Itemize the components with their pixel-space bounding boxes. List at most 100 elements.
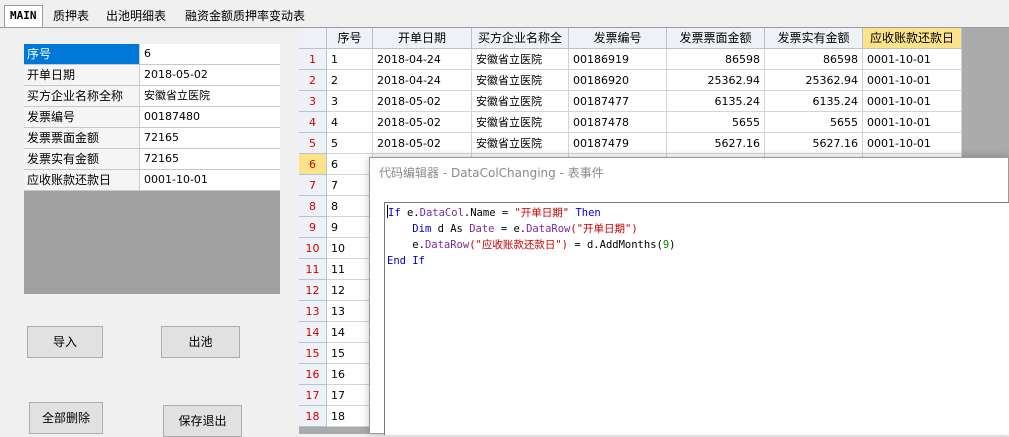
form-value-field[interactable]: 72165 (140, 149, 280, 169)
code-text[interactable]: If e.DataCol.Name = "开单日期" Then Dim d As… (387, 205, 676, 269)
grid-cell[interactable]: 5 (327, 133, 373, 154)
row-header[interactable]: 7 (299, 175, 327, 196)
grid-cell[interactable]: 0001-10-01 (863, 49, 962, 70)
column-header[interactable]: 开单日期 (373, 28, 472, 49)
grid-cell[interactable]: 0001-10-01 (863, 91, 962, 112)
grid-cell[interactable]: 15 (327, 343, 373, 364)
row-header[interactable]: 6 (299, 154, 327, 175)
row-header[interactable]: 18 (299, 406, 327, 427)
column-header[interactable]: 应收账款还款日 (863, 28, 962, 49)
grid-cell[interactable]: 0001-10-01 (863, 133, 962, 154)
column-header[interactable]: 发票票面金额 (667, 28, 765, 49)
save-exit-button[interactable]: 保存退出 (163, 405, 242, 437)
grid-cell[interactable]: 5655 (667, 112, 765, 133)
row-header[interactable]: 8 (299, 196, 327, 217)
form-value-field[interactable]: 0001-10-01 (140, 170, 280, 190)
row-header[interactable]: 9 (299, 217, 327, 238)
import-button[interactable]: 导入 (27, 326, 103, 358)
tab-pledge[interactable]: 质押表 (48, 6, 94, 26)
outpool-button[interactable]: 出池 (161, 326, 240, 358)
code-editor-area[interactable]: If e.DataCol.Name = "开单日期" Then Dim d As… (384, 202, 1009, 435)
column-header[interactable]: 发票编号 (569, 28, 667, 49)
grid-cell[interactable]: 5627.16 (667, 133, 765, 154)
grid-cell[interactable]: 6 (327, 154, 373, 175)
grid-cell[interactable]: 7 (327, 175, 373, 196)
grid-cell[interactable]: 18 (327, 406, 373, 427)
tab-outpool-detail[interactable]: 出池明细表 (101, 6, 171, 26)
code-token: DataCol (419, 207, 464, 219)
row-header[interactable]: 17 (299, 385, 327, 406)
grid-cell[interactable]: 00186920 (569, 70, 667, 91)
row-header[interactable]: 14 (299, 322, 327, 343)
tab-financing-change[interactable]: 融资金额质押率变动表 (180, 6, 310, 26)
grid-cell[interactable]: 00187479 (569, 133, 667, 154)
grid-cell[interactable]: 0001-10-01 (863, 70, 962, 91)
row-header[interactable]: 12 (299, 280, 327, 301)
form-row: 发票编号 00187480 (24, 107, 280, 128)
grid-cell[interactable]: 安徽省立医院 (472, 70, 569, 91)
grid-cell[interactable]: 安徽省立医院 (472, 91, 569, 112)
column-header[interactable]: 序号 (327, 28, 373, 49)
grid-cell[interactable]: 6135.24 (765, 91, 863, 112)
code-token: ("应收账款还款日") (469, 239, 569, 251)
row-header[interactable]: 4 (299, 112, 327, 133)
form-value-field[interactable]: 6 (140, 44, 280, 64)
grid-cell[interactable]: 安徽省立医院 (472, 112, 569, 133)
grid-cell[interactable]: 2018-05-02 (373, 133, 472, 154)
form-value-field[interactable]: 2018-05-02 (140, 65, 280, 85)
grid-cell[interactable]: 8 (327, 196, 373, 217)
grid-cell[interactable]: 16 (327, 364, 373, 385)
grid-cell[interactable]: 0001-10-01 (863, 112, 962, 133)
grid-cell[interactable]: 12 (327, 280, 373, 301)
code-token: ("开单日期") (570, 223, 638, 235)
grid-cell[interactable]: 86598 (667, 49, 765, 70)
grid-cell[interactable]: 11 (327, 259, 373, 280)
grid-cell[interactable]: 2018-04-24 (373, 70, 472, 91)
row-header[interactable]: 1 (299, 49, 327, 70)
grid-cell[interactable]: 2018-05-02 (373, 112, 472, 133)
row-header[interactable]: 10 (299, 238, 327, 259)
grid-cell[interactable]: 6135.24 (667, 91, 765, 112)
grid-cell[interactable]: 安徽省立医院 (472, 49, 569, 70)
row-header[interactable]: 13 (299, 301, 327, 322)
code-token: e. (412, 239, 425, 251)
grid-cell[interactable]: 2018-04-24 (373, 49, 472, 70)
grid-cell[interactable]: 1 (327, 49, 373, 70)
grid-cell[interactable]: 10 (327, 238, 373, 259)
code-token: d As (431, 223, 470, 235)
grid-cell[interactable]: 4 (327, 112, 373, 133)
grid-cell[interactable]: 2018-05-02 (373, 91, 472, 112)
grid-cell[interactable]: 17 (327, 385, 373, 406)
tab-main[interactable]: MAIN (4, 5, 43, 28)
grid-cell[interactable]: 安徽省立医院 (472, 133, 569, 154)
delete-all-button[interactable]: 全部删除 (29, 402, 103, 434)
grid-cell[interactable]: 00187477 (569, 91, 667, 112)
grid-cell[interactable]: 2 (327, 70, 373, 91)
grid-cell[interactable]: 14 (327, 322, 373, 343)
form-value-field[interactable]: 00187480 (140, 107, 280, 127)
column-header[interactable]: 买方企业名称全 (472, 28, 569, 49)
grid-cell[interactable]: 25362.94 (667, 70, 765, 91)
grid-cell[interactable]: 00186919 (569, 49, 667, 70)
grid-cell[interactable]: 3 (327, 91, 373, 112)
row-header[interactable]: 16 (299, 364, 327, 385)
row-header[interactable]: 2 (299, 70, 327, 91)
column-header[interactable]: 发票实有金额 (765, 28, 863, 49)
grid-corner (299, 28, 327, 49)
row-header[interactable]: 15 (299, 343, 327, 364)
form-row: 买方企业名称全称 安徽省立医院 (24, 86, 280, 107)
form-value-field[interactable]: 安徽省立医院 (140, 86, 280, 106)
row-header[interactable]: 3 (299, 91, 327, 112)
form-label: 开单日期 (24, 65, 140, 85)
grid-cell[interactable]: 13 (327, 301, 373, 322)
row-header[interactable]: 11 (299, 259, 327, 280)
grid-cell[interactable]: 25362.94 (765, 70, 863, 91)
row-header[interactable]: 5 (299, 133, 327, 154)
form-value-field[interactable]: 72165 (140, 128, 280, 148)
code-editor-window: 代码编辑器 - DataColChanging - 表事件 If e.DataC… (369, 157, 1009, 435)
grid-cell[interactable]: 9 (327, 217, 373, 238)
grid-cell[interactable]: 00187478 (569, 112, 667, 133)
grid-cell[interactable]: 5655 (765, 112, 863, 133)
grid-cell[interactable]: 86598 (765, 49, 863, 70)
grid-cell[interactable]: 5627.16 (765, 133, 863, 154)
